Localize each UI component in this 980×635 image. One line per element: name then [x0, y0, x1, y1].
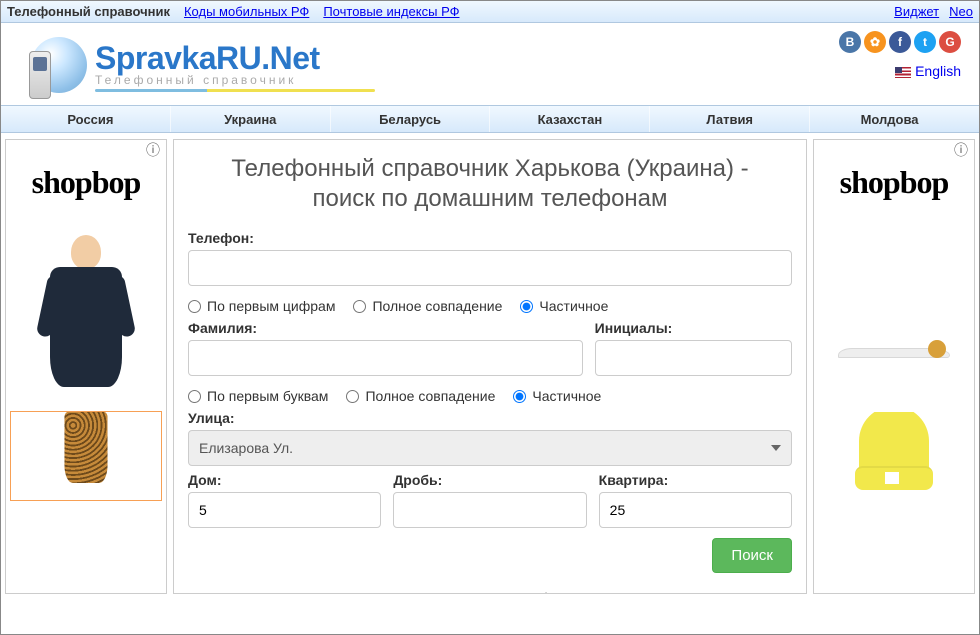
google-icon[interactable]: G [939, 31, 961, 53]
ad-product-3[interactable] [818, 217, 970, 407]
country-nav: Россия Украина Беларусь Казахстан Латвия… [1, 105, 979, 133]
house-input[interactable] [188, 492, 381, 528]
topbar-right: Виджет Neo [894, 4, 973, 19]
nav-ukraine[interactable]: Украина [170, 106, 330, 132]
surname-mode-prefix[interactable]: По первым буквам [188, 388, 328, 404]
nav-moldova[interactable]: Молдова [809, 106, 969, 132]
adchoices-icon[interactable]: ⓘ [6, 140, 166, 160]
phone-mode-full[interactable]: Полное совпадение [353, 298, 502, 314]
house-label: Дом: [188, 472, 381, 488]
vk-icon[interactable]: B [839, 31, 861, 53]
ad-product-1[interactable] [10, 217, 162, 407]
link-mobile-codes[interactable]: Коды мобильных РФ [184, 4, 309, 19]
nav-latvia[interactable]: Латвия [649, 106, 809, 132]
language-label: English [915, 63, 961, 79]
house-frac-label: Дробь: [393, 472, 586, 488]
main: Телефонный справочник Харькова (Украина)… [173, 139, 807, 594]
us-flag-icon [895, 67, 911, 78]
nav-kazakhstan[interactable]: Казахстан [489, 106, 649, 132]
logo[interactable]: SpravkaRU.Net Телефонный справочник [19, 31, 375, 101]
surname-input[interactable] [188, 340, 583, 376]
logo-underline [95, 89, 375, 92]
ad-product-4[interactable] [818, 411, 970, 521]
ad-product-2[interactable] [10, 411, 162, 501]
phone-mode-row: По первым цифрам Полное совпадение Части… [188, 292, 792, 320]
ad-brand-left: shopbop [6, 160, 166, 213]
extra-heading: Дополнительная информация [188, 589, 792, 594]
logo-subtitle: Телефонный справочник [95, 73, 375, 87]
link-widget[interactable]: Виджет [894, 4, 939, 19]
initials-label: Инициалы: [595, 320, 792, 336]
topbar-left: Телефонный справочник Коды мобильных РФ … [7, 4, 459, 19]
topbar: Телефонный справочник Коды мобильных РФ … [1, 1, 979, 23]
flat-input[interactable] [599, 492, 792, 528]
link-neo[interactable]: Neo [949, 4, 973, 19]
search-form: Телефон: По первым цифрам Полное совпаде… [182, 230, 798, 594]
phone-mode-partial[interactable]: Частичное [520, 298, 608, 314]
language-switch[interactable]: English [895, 63, 961, 79]
street-select[interactable]: Елизарова Ул. [188, 430, 792, 466]
adchoices-icon-right[interactable]: ⓘ [814, 140, 974, 160]
nav-belarus[interactable]: Беларусь [330, 106, 490, 132]
facebook-icon[interactable]: f [889, 31, 911, 53]
page-title: Телефонный справочник Харькова (Украина)… [222, 154, 758, 214]
initials-input[interactable] [595, 340, 792, 376]
logo-text: SpravkaRU.Net Телефонный справочник [95, 40, 375, 92]
nav-russia[interactable]: Россия [11, 106, 170, 132]
link-postal-codes[interactable]: Почтовые индексы РФ [323, 4, 459, 19]
surname-mode-partial[interactable]: Частичное [513, 388, 601, 404]
flat-label: Квартира: [599, 472, 792, 488]
surname-mode-full[interactable]: Полное совпадение [346, 388, 495, 404]
header-right: B ✿ f t G English [839, 31, 961, 79]
content: ⓘ shopbop Телефонный справочник Харькова… [1, 133, 979, 594]
header: SpravkaRU.Net Телефонный справочник B ✿ … [1, 23, 979, 105]
search-button[interactable]: Поиск [712, 538, 792, 573]
phone-label: Телефон: [188, 230, 792, 246]
phone-input[interactable] [188, 250, 792, 286]
ad-left[interactable]: ⓘ shopbop [5, 139, 167, 594]
logo-title: SpravkaRU.Net [95, 40, 375, 77]
twitter-icon[interactable]: t [914, 31, 936, 53]
topbar-title: Телефонный справочник [7, 4, 170, 19]
surname-label: Фамилия: [188, 320, 583, 336]
street-label: Улица: [188, 410, 792, 426]
house-frac-input[interactable] [393, 492, 586, 528]
phone-mode-prefix[interactable]: По первым цифрам [188, 298, 335, 314]
social-row: B ✿ f t G [839, 31, 961, 53]
ad-brand-right: shopbop [814, 160, 974, 213]
ok-icon[interactable]: ✿ [864, 31, 886, 53]
surname-mode-row: По первым буквам Полное совпадение Части… [188, 382, 792, 410]
ad-right[interactable]: ⓘ shopbop [813, 139, 975, 594]
logo-icon [19, 31, 89, 101]
